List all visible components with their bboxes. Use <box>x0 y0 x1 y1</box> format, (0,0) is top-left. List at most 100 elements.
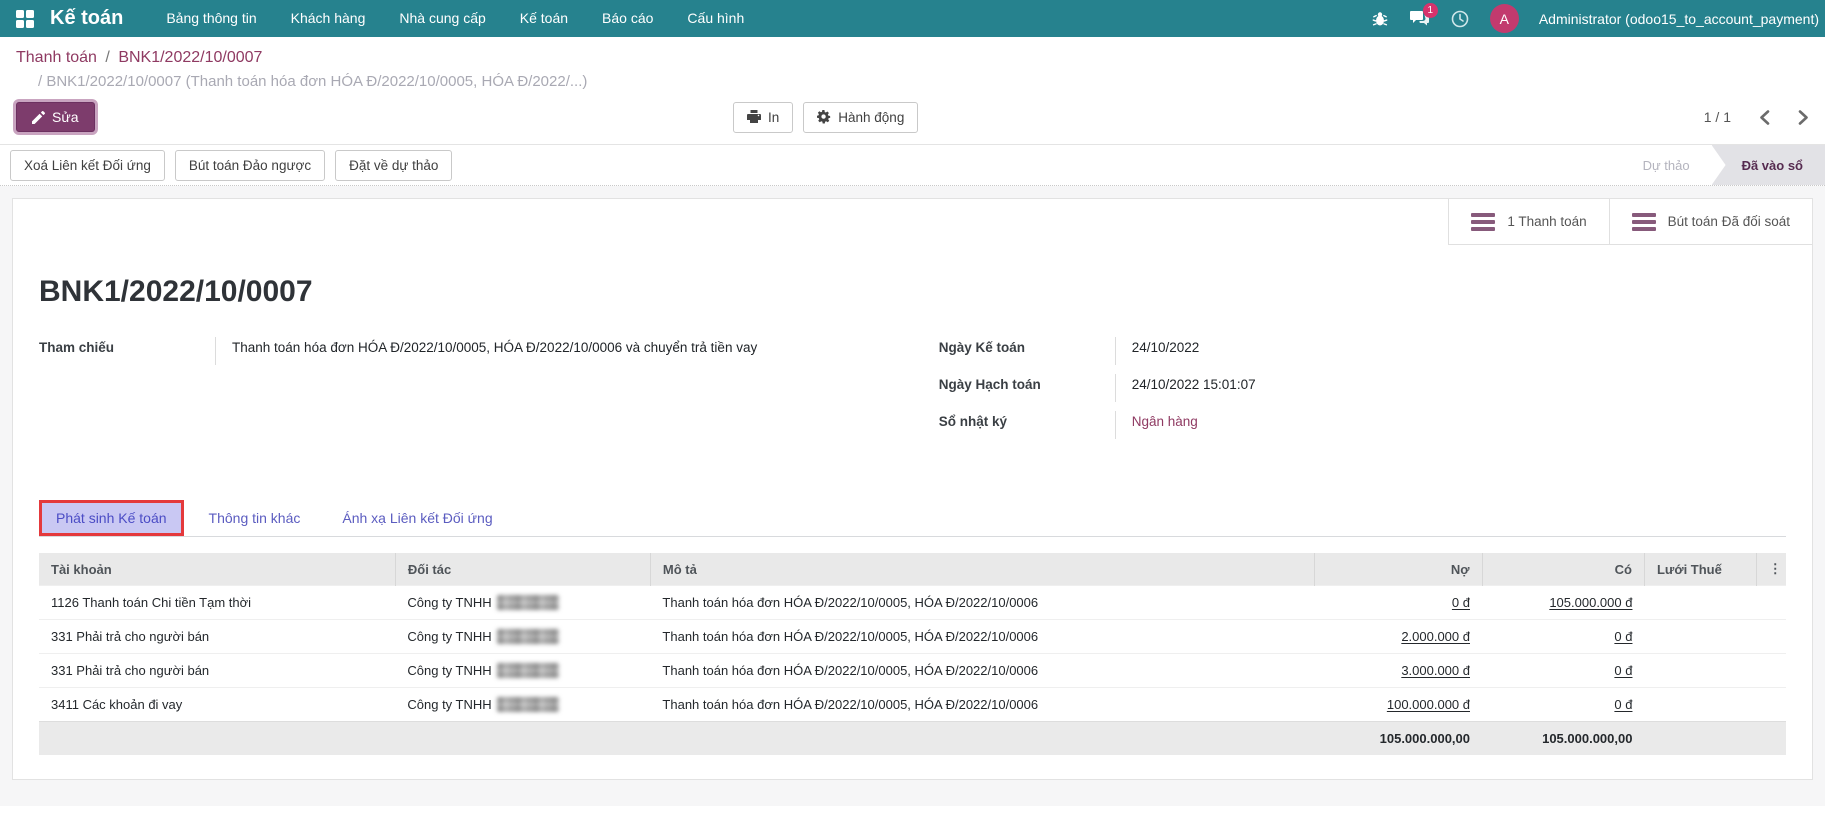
redacted-text <box>497 629 559 644</box>
notebook-tabs: Phát sinh Kế toán Thông tin khác Ánh xạ … <box>39 500 1786 537</box>
pager-next-icon[interactable] <box>1798 110 1809 125</box>
redacted-text <box>497 595 559 610</box>
pager-previous-icon[interactable] <box>1759 110 1770 125</box>
menu-reports[interactable]: Báo cáo <box>585 0 670 37</box>
left-field-group: Tham chiếu Thanh toán hóa đơn HÓA Đ/2022… <box>39 337 878 448</box>
optional-columns-icon[interactable]: ⋮ <box>1756 553 1786 586</box>
form-sheet: 1 Thanh toán Bút toán Đã đối soát BNK1/2… <box>12 198 1813 780</box>
tab-other-info[interactable]: Thông tin khác <box>192 500 318 536</box>
delete-reconciliation-button[interactable]: Xoá Liên kết Đối ứng <box>10 150 165 181</box>
tab-reconciliation-mapping[interactable]: Ánh xạ Liên kết Đối ứng <box>325 500 509 536</box>
cell-credit[interactable]: 105.000.000 đ <box>1482 586 1644 620</box>
column-label[interactable]: Mô tả <box>650 553 1314 586</box>
table-row: 3411 Các khoản đi vay Công ty TNHH Thanh… <box>39 688 1786 722</box>
form-statusbar: Xoá Liên kết Đối ứng Bút toán Đảo ngược … <box>0 144 1825 186</box>
total-debit: 105.000.000,00 <box>1314 722 1482 756</box>
breadcrumb-separator: / <box>101 49 113 66</box>
journal-entries-icon <box>1632 213 1656 231</box>
journal-entries-icon <box>1471 213 1495 231</box>
tab-journal-items[interactable]: Phát sinh Kế toán <box>39 500 184 536</box>
redacted-text <box>497 697 559 712</box>
activities-clock-icon[interactable] <box>1450 9 1470 29</box>
status-draft[interactable]: Dự thảo <box>1621 145 1712 185</box>
journal-value-link[interactable]: Ngân hàng <box>1115 411 1786 439</box>
messages-icon[interactable]: 1 <box>1410 9 1430 29</box>
apps-grid-icon[interactable] <box>16 10 34 28</box>
cell-debit[interactable]: 3.000.000 đ <box>1314 654 1482 688</box>
breadcrumb: Thanh toán / BNK1/2022/10/0007 / BNK1/20… <box>0 37 1825 92</box>
cell-tax-grid[interactable] <box>1644 620 1756 654</box>
field-groups: Tham chiếu Thanh toán hóa đơn HÓA Đ/2022… <box>13 309 1812 448</box>
menu-customers[interactable]: Khách hàng <box>274 0 383 37</box>
column-partner[interactable]: Đối tác <box>395 553 650 586</box>
table-row: 331 Phải trả cho người bán Công ty TNHH … <box>39 654 1786 688</box>
right-field-group: Ngày Kế toán 24/10/2022 Ngày Hạch toán 2… <box>939 337 1786 448</box>
user-menu[interactable]: Administrator (odoo15_to_account_payment… <box>1539 11 1819 27</box>
column-debit[interactable]: Nợ <box>1314 553 1482 586</box>
breadcrumb-entry-link[interactable]: BNK1/2022/10/0007 <box>118 49 262 66</box>
stat-button-box: 1 Thanh toán Bút toán Đã đối soát <box>13 199 1812 245</box>
cell-account[interactable]: 331 Phải trả cho người bán <box>39 654 395 688</box>
reset-to-draft-button[interactable]: Đặt về dự thảo <box>335 150 452 181</box>
table-row: 331 Phải trả cho người bán Công ty TNHH … <box>39 620 1786 654</box>
posting-date-label: Ngày Hạch toán <box>939 374 1115 392</box>
menu-dashboard[interactable]: Bảng thông tin <box>149 0 273 37</box>
debug-bug-icon[interactable] <box>1370 9 1390 29</box>
breadcrumb-payments-link[interactable]: Thanh toán <box>16 49 97 66</box>
accounting-date-label: Ngày Kế toán <box>939 337 1115 355</box>
cell-partner[interactable]: Công ty TNHH <box>395 620 650 654</box>
pencil-icon <box>32 111 45 124</box>
cell-credit[interactable]: 0 đ <box>1482 688 1644 722</box>
column-account[interactable]: Tài khoản <box>39 553 395 586</box>
print-button[interactable]: In <box>733 102 793 133</box>
redacted-text <box>497 663 559 678</box>
journal-items-table: Tài khoản Đối tác Mô tả Nợ Có Lưới Thuế … <box>39 553 1786 755</box>
breadcrumb-current: / BNK1/2022/10/0007 (Thanh toán hóa đơn … <box>16 67 1809 90</box>
cell-partner[interactable]: Công ty TNHH <box>395 688 650 722</box>
cell-label[interactable]: Thanh toán hóa đơn HÓA Đ/2022/10/0005, H… <box>650 586 1314 620</box>
cell-account[interactable]: 1126 Thanh toán Chi tiền Tạm thời <box>39 586 395 620</box>
posting-date-value: 24/10/2022 15:01:07 <box>1115 374 1786 402</box>
column-tax-grid[interactable]: Lưới Thuế <box>1644 553 1756 586</box>
cell-debit[interactable]: 2.000.000 đ <box>1314 620 1482 654</box>
menu-accounting[interactable]: Kế toán <box>503 0 585 37</box>
menu-vendors[interactable]: Nhà cung cấp <box>382 0 502 37</box>
reference-value: Thanh toán hóa đơn HÓA Đ/2022/10/0005, H… <box>215 337 878 365</box>
cell-label[interactable]: Thanh toán hóa đơn HÓA Đ/2022/10/0005, H… <box>650 654 1314 688</box>
menu-configuration[interactable]: Cấu hình <box>670 0 761 37</box>
cell-tax-grid[interactable] <box>1644 586 1756 620</box>
app-name[interactable]: Kế toán <box>44 7 149 30</box>
cell-partner[interactable]: Công ty TNHH <box>395 586 650 620</box>
cell-account[interactable]: 331 Phải trả cho người bán <box>39 620 395 654</box>
status-posted[interactable]: Đã vào sổ <box>1712 145 1825 185</box>
edit-button[interactable]: Sửa <box>16 102 95 132</box>
printer-icon <box>747 110 761 124</box>
table-row: 1126 Thanh toán Chi tiền Tạm thời Công t… <box>39 586 1786 620</box>
user-avatar[interactable]: A <box>1490 4 1519 33</box>
column-credit[interactable]: Có <box>1482 553 1644 586</box>
action-button[interactable]: Hành động <box>803 102 918 133</box>
reference-label: Tham chiếu <box>39 337 215 355</box>
cell-debit[interactable]: 100.000.000 đ <box>1314 688 1482 722</box>
table-total-row: 105.000.000,00 105.000.000,00 <box>39 722 1786 756</box>
total-credit: 105.000.000,00 <box>1482 722 1644 756</box>
cell-tax-grid[interactable] <box>1644 688 1756 722</box>
top-navbar: Kế toán Bảng thông tin Khách hàng Nhà cu… <box>0 0 1825 37</box>
cell-label[interactable]: Thanh toán hóa đơn HÓA Đ/2022/10/0005, H… <box>650 620 1314 654</box>
gear-icon <box>817 110 831 124</box>
control-panel: Sửa In Hành động 1 / 1 <box>0 92 1825 144</box>
record-title: BNK1/2022/10/0007 <box>13 245 1812 309</box>
cell-partner[interactable]: Công ty TNHH <box>395 654 650 688</box>
reverse-entry-button[interactable]: Bút toán Đảo ngược <box>175 150 325 181</box>
cell-credit[interactable]: 0 đ <box>1482 620 1644 654</box>
messages-badge: 1 <box>1423 3 1438 18</box>
reconciled-entries-stat-button[interactable]: Bút toán Đã đối soát <box>1609 199 1812 245</box>
cell-account[interactable]: 3411 Các khoản đi vay <box>39 688 395 722</box>
table-header-row: Tài khoản Đối tác Mô tả Nợ Có Lưới Thuế … <box>39 553 1786 586</box>
pager-count: 1 / 1 <box>1704 109 1731 125</box>
cell-tax-grid[interactable] <box>1644 654 1756 688</box>
cell-debit[interactable]: 0 đ <box>1314 586 1482 620</box>
payments-stat-button[interactable]: 1 Thanh toán <box>1448 199 1608 245</box>
cell-credit[interactable]: 0 đ <box>1482 654 1644 688</box>
cell-label[interactable]: Thanh toán hóa đơn HÓA Đ/2022/10/0005, H… <box>650 688 1314 722</box>
